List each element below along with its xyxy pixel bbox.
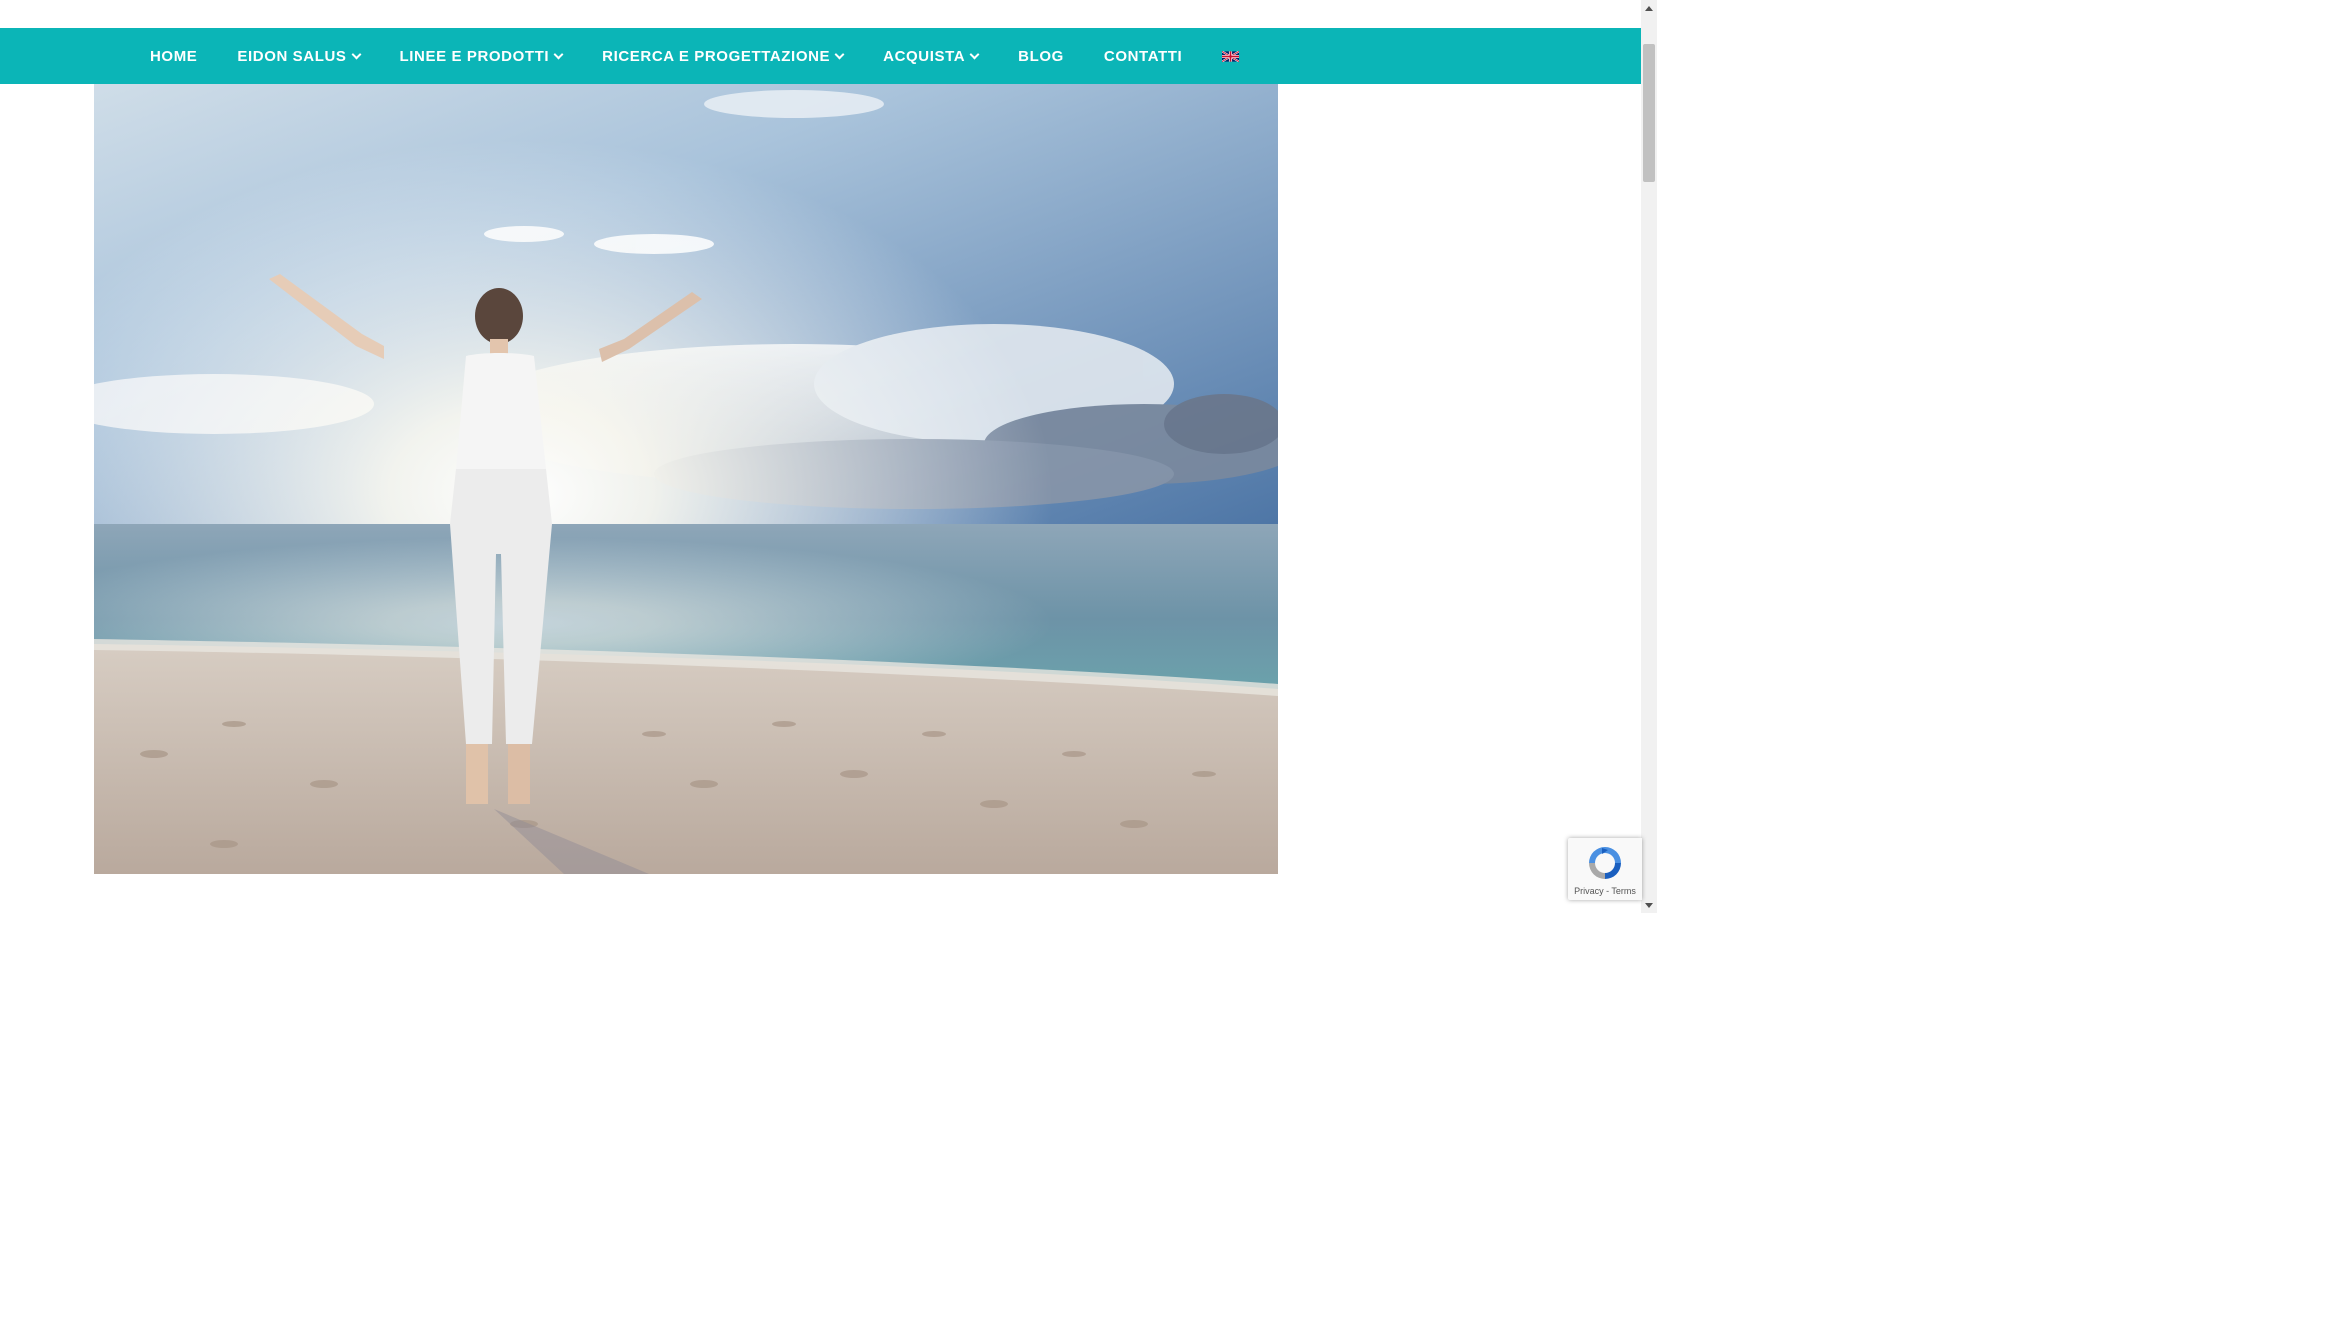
browser-viewport: HOME EIDON SALUS LINEE E PRODOTTI RICERC… <box>0 0 1657 913</box>
hero-image-woman-on-beach <box>94 84 1278 874</box>
nav-item-contatti[interactable]: CONTATTI <box>1084 28 1202 84</box>
recaptcha-privacy-terms-links[interactable]: Privacy - Terms <box>1568 886 1642 896</box>
chevron-down-icon <box>351 49 361 59</box>
scrollbar-thumb[interactable] <box>1643 44 1655 182</box>
chevron-down-icon <box>553 49 564 59</box>
nav-item-label: RICERCA E PROGETTAZIONE <box>602 47 831 65</box>
nav-item-eidon-salus[interactable]: EIDON SALUS <box>217 28 379 84</box>
scroll-up-arrow-icon[interactable] <box>1641 0 1657 16</box>
chevron-down-icon <box>969 49 980 59</box>
nav-item-ricerca-e-progettazione[interactable]: RICERCA E PROGETTAZIONE <box>582 28 863 84</box>
nav-item-home[interactable]: HOME <box>130 28 217 84</box>
nav-item-label: EIDON SALUS <box>237 47 347 65</box>
scroll-down-arrow-icon[interactable] <box>1641 897 1657 913</box>
nav-item-label: ACQUISTA <box>883 47 966 65</box>
uk-flag-icon <box>1222 50 1240 62</box>
vertical-scrollbar[interactable] <box>1641 0 1657 913</box>
nav-item-label: HOME <box>150 47 198 65</box>
nav-item-linee-e-prodotti[interactable]: LINEE E PRODOTTI <box>380 28 583 84</box>
recaptcha-badge[interactable]: Privacy - Terms <box>1568 838 1642 900</box>
recaptcha-icon <box>1589 847 1621 879</box>
nav-item-acquista[interactable]: ACQUISTA <box>863 28 998 84</box>
nav-item-label: CONTATTI <box>1103 47 1183 65</box>
beach-scene-illustration <box>94 84 1278 874</box>
nav-item-blog[interactable]: BLOG <box>998 28 1084 84</box>
nav-menu: HOME EIDON SALUS LINEE E PRODOTTI RICERC… <box>130 28 1259 84</box>
nav-item-label: LINEE E PRODOTTI <box>399 47 550 65</box>
nav-item-label: BLOG <box>1018 47 1064 65</box>
language-switcher[interactable] <box>1202 28 1259 84</box>
chevron-down-icon <box>834 49 845 59</box>
main-navigation-bar: HOME EIDON SALUS LINEE E PRODOTTI RICERC… <box>0 28 1641 84</box>
